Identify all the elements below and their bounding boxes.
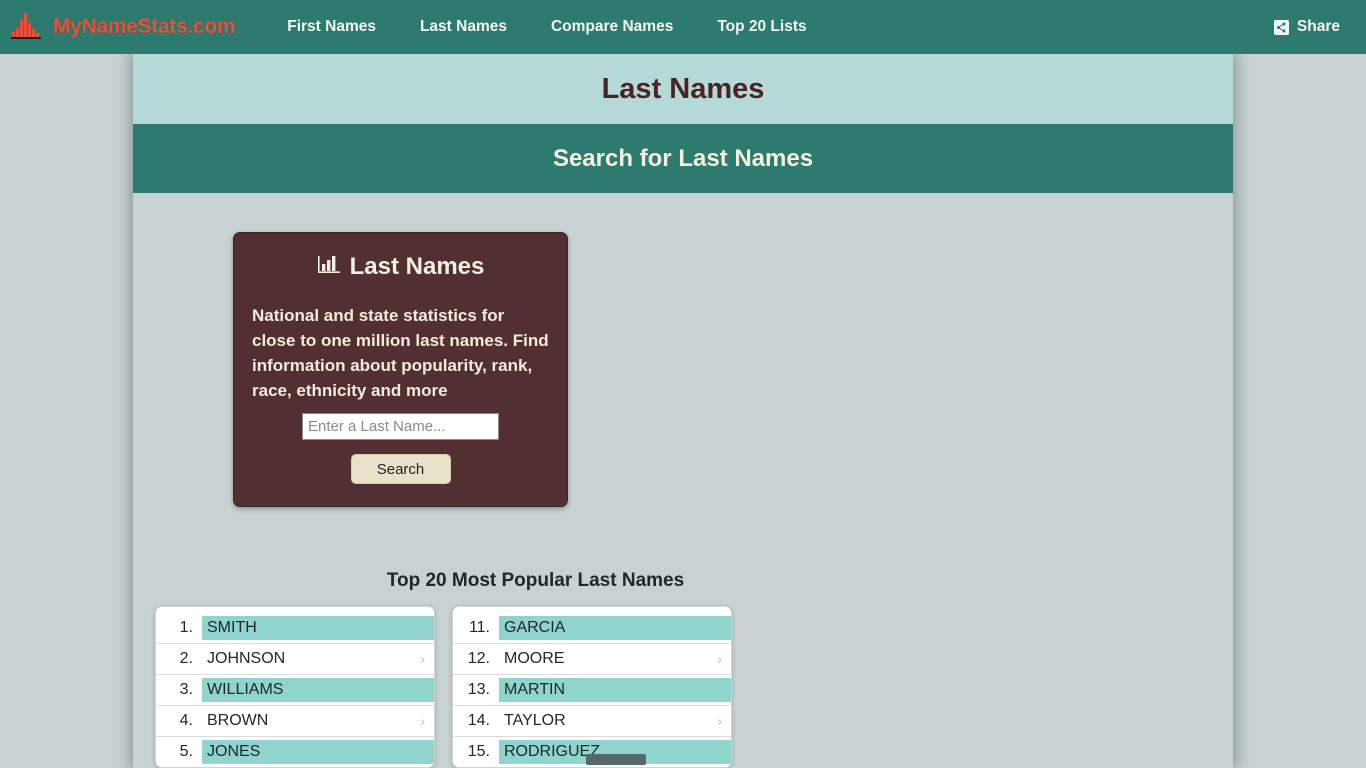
chevron-right-icon: › [420, 713, 425, 729]
chevron-right-icon: › [420, 651, 425, 667]
top-navigation-bar: MyNameStats.com First Names Last Names C… [0, 0, 1366, 54]
list-item[interactable]: 1. SMITH › [156, 613, 434, 644]
name-label: MARTIN › [499, 678, 731, 702]
share-label: Share [1296, 18, 1340, 35]
bar-chart-icon [10, 10, 46, 45]
list-item[interactable]: 13. MARTIN › [453, 675, 731, 706]
rank-label: 5. [179, 743, 193, 760]
chevron-right-icon: › [717, 620, 722, 636]
chevron-right-icon: › [420, 744, 425, 760]
nav-item-top-20-lists[interactable]: Top 20 Lists [695, 10, 828, 44]
name-label: BROWN › [202, 709, 434, 733]
chevron-right-icon: › [717, 651, 722, 667]
list-item[interactable]: 11. GARCIA › [453, 613, 731, 644]
name-text: GARCIA [504, 619, 566, 636]
name-text: JONES [207, 743, 261, 760]
search-card-header: Last Names [252, 253, 549, 281]
name-text: MARTIN [504, 681, 566, 698]
rank-label: 3. [179, 681, 193, 698]
name-text: TAYLOR [504, 712, 566, 729]
rank-label: 14. [467, 712, 490, 729]
list-item[interactable]: 4. BROWN › [156, 706, 434, 737]
nav-item-last-names[interactable]: Last Names [398, 10, 529, 44]
list-item[interactable]: 14. TAYLOR › [453, 706, 731, 737]
page-content-container: Last Names Search for Last Names Last Na… [133, 54, 1233, 768]
search-card-title: Last Names [349, 253, 485, 280]
section-header-bar: Search for Last Names [133, 124, 1233, 193]
chevron-right-icon: › [717, 682, 722, 698]
search-button[interactable]: Search [350, 454, 451, 484]
list-item[interactable]: 3. WILLIAMS › [156, 675, 434, 706]
share-icon [1273, 19, 1289, 35]
chevron-right-icon: › [420, 682, 425, 698]
name-label: JONES › [202, 740, 434, 764]
brand-logo[interactable]: MyNameStats.com [10, 10, 236, 45]
top-list-heading: Top 20 Most Popular Last Names [386, 570, 685, 591]
rank-label: 12. [467, 650, 490, 667]
name-text: JOHNSON [207, 650, 286, 667]
search-card-description: National and state statistics for close … [252, 306, 549, 400]
name-text: MOORE [504, 650, 565, 667]
section-title: Search for Last Names [552, 144, 814, 172]
share-button[interactable]: Share [1266, 12, 1348, 42]
rank-label: 11. [468, 619, 490, 636]
list-item[interactable]: 2. JOHNSON › [156, 644, 434, 675]
list-item[interactable]: 5. JONES › [156, 737, 434, 767]
chevron-right-icon: › [420, 620, 425, 636]
name-label: GARCIA › [499, 616, 731, 640]
chevron-right-icon: › [717, 744, 722, 760]
brand-name: MyNameStats.com [53, 15, 236, 38]
rank-label: 13. [467, 681, 490, 698]
list-item[interactable]: 12. MOORE › [453, 644, 731, 675]
last-names-search-card: Last Names National and state statistics… [233, 232, 568, 507]
rank-label: 1. [179, 619, 193, 636]
rank-label: 2. [179, 650, 193, 667]
name-label: MOORE › [499, 647, 731, 671]
page-title: Last Names [601, 72, 765, 105]
name-text: SMITH [207, 619, 257, 636]
name-label: TAYLOR › [499, 709, 731, 733]
name-label: SMITH › [202, 616, 434, 640]
last-name-search-input[interactable] [302, 413, 499, 440]
nav-item-first-names[interactable]: First Names [265, 10, 398, 44]
chevron-right-icon: › [717, 713, 722, 729]
rank-label: 4. [179, 712, 193, 729]
horizontal-scrollbar-thumb[interactable] [586, 754, 646, 765]
rank-label: 15. [467, 743, 490, 760]
page-title-bar: Last Names [133, 54, 1233, 124]
nav-item-compare-names[interactable]: Compare Names [529, 10, 695, 44]
name-text: BROWN [207, 712, 269, 729]
name-label: WILLIAMS › [202, 678, 434, 702]
name-text: WILLIAMS [207, 681, 284, 698]
bar-chart-icon [317, 254, 341, 280]
name-label: JOHNSON › [202, 647, 434, 671]
top-names-column-2: 11. GARCIA › 12. MOORE › 13. MARTIN › 14… [452, 606, 732, 768]
top-names-column-1: 1. SMITH › 2. JOHNSON › 3. WILLIAMS › 4.… [155, 606, 435, 768]
